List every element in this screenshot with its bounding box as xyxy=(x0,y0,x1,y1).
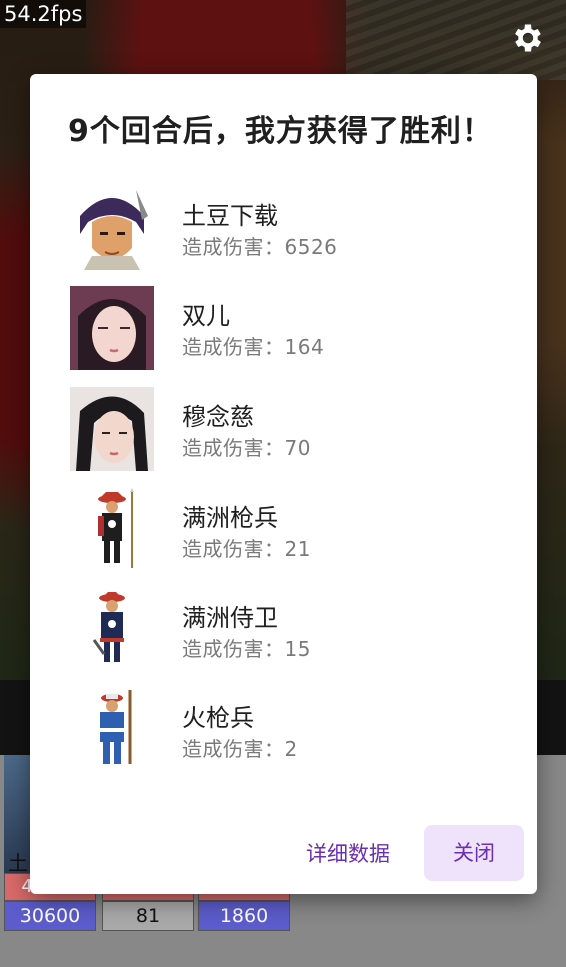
mp-bar: 30600 xyxy=(4,901,96,931)
damage-value: 造成伤害：6526 xyxy=(182,235,338,259)
damage-list-item: 穆念慈 造成伤害：70 xyxy=(70,387,510,471)
damage-list-item: 满洲侍卫 造成伤害：15 xyxy=(70,588,510,672)
damage-list-item: 满洲枪兵 造成伤害：21 xyxy=(70,488,510,572)
dialog-title: 9个回合后，我方获得了胜利！ xyxy=(68,114,493,149)
female-portrait-icon xyxy=(70,387,154,471)
unit-name: 满洲侍卫 xyxy=(182,604,278,632)
hero-portrait-icon xyxy=(70,186,154,270)
party-card-name: 土 xyxy=(8,851,28,875)
musketeer-sprite-icon xyxy=(99,690,132,764)
unit-name: 土豆下载 xyxy=(182,202,278,230)
damage-value: 造成伤害：15 xyxy=(182,637,311,661)
female-portrait-icon xyxy=(70,286,154,370)
unit-name: 火枪兵 xyxy=(182,704,254,732)
close-button[interactable]: 关闭 xyxy=(424,825,524,881)
spearman-sprite-icon xyxy=(98,488,134,568)
damage-list-item: 火枪兵 造成伤害：2 xyxy=(70,688,510,772)
mp-bar: 1860 xyxy=(198,901,290,931)
damage-value: 造成伤害：164 xyxy=(182,335,325,359)
battle-result-dialog: 9个回合后，我方获得了胜利！ 土豆下载 造成伤害：6526 双儿 造成伤害：16… xyxy=(30,74,537,894)
guard-sprite-icon xyxy=(92,592,125,662)
unit-name: 满洲枪兵 xyxy=(182,504,278,532)
damage-value: 造成伤害：70 xyxy=(182,436,311,460)
damage-value: 造成伤害：2 xyxy=(182,737,298,761)
damage-list-item: 双儿 造成伤害：164 xyxy=(70,286,510,370)
fps-counter: 54.2fps xyxy=(0,0,87,28)
unit-name: 穆念慈 xyxy=(182,403,254,431)
damage-value: 造成伤害：21 xyxy=(182,537,311,561)
damage-list-item: 土豆下载 造成伤害：6526 xyxy=(70,186,510,270)
gear-icon[interactable] xyxy=(510,20,546,56)
unit-name: 双儿 xyxy=(182,302,230,330)
detail-data-button[interactable]: 详细数据 xyxy=(292,826,404,882)
mp-bar: 81 xyxy=(102,901,194,931)
